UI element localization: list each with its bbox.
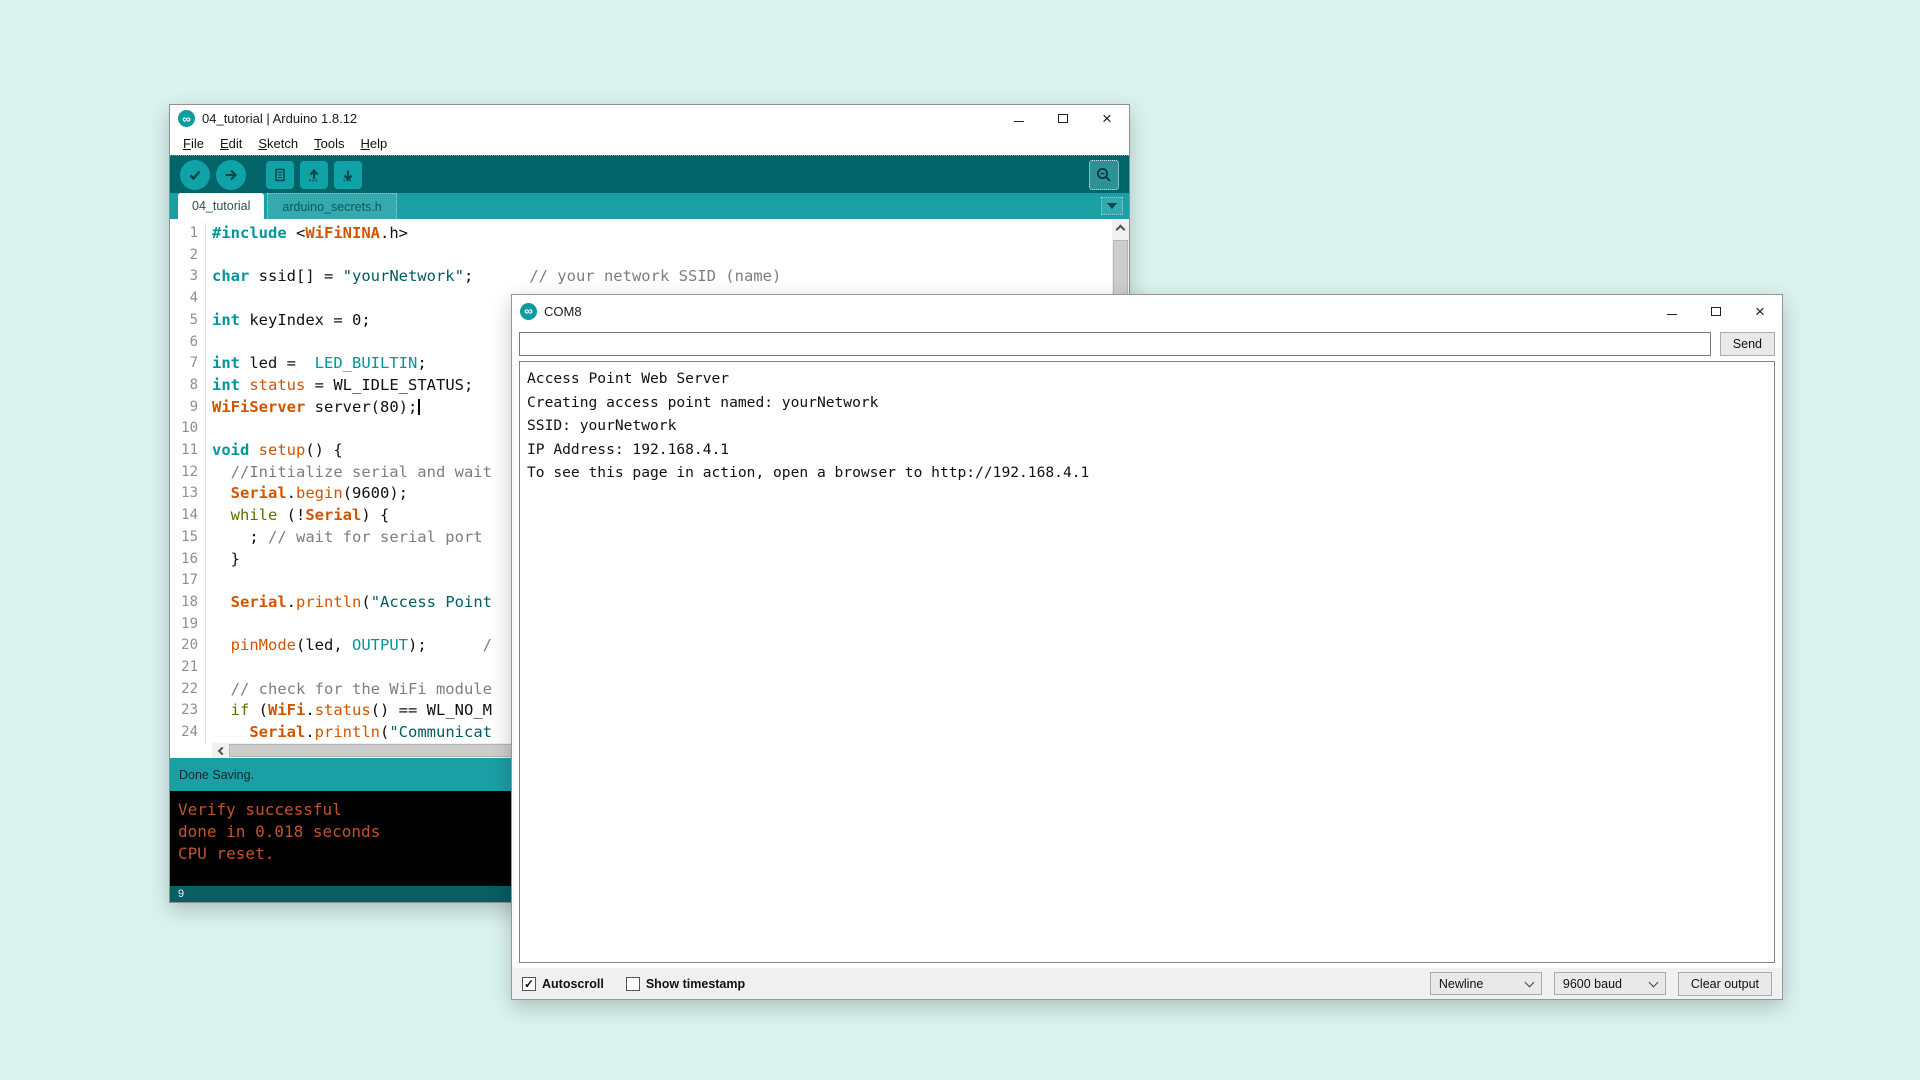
autoscroll-label: Autoscroll bbox=[542, 977, 604, 991]
menu-file[interactable]: File bbox=[176, 134, 211, 153]
minimize-button[interactable] bbox=[1650, 295, 1694, 327]
chevron-up-icon bbox=[1116, 225, 1126, 235]
menu-sketch[interactable]: Sketch bbox=[251, 134, 305, 153]
serial-output-area: Access Point Web Server Creating access … bbox=[519, 361, 1775, 963]
arrow-down-icon bbox=[340, 167, 356, 183]
arduino-logo-icon: ∞ bbox=[178, 110, 195, 127]
close-button[interactable]: × bbox=[1085, 105, 1129, 132]
open-sketch-button[interactable] bbox=[300, 161, 328, 189]
ide-titlebar: ∞ 04_tutorial | Arduino 1.8.12 × bbox=[170, 105, 1129, 132]
line-ending-select[interactable]: Newline bbox=[1430, 972, 1542, 995]
autoscroll-checkbox[interactable]: Autoscroll bbox=[522, 977, 604, 991]
minimize-button[interactable] bbox=[997, 105, 1041, 132]
scroll-left-button[interactable] bbox=[212, 743, 229, 758]
tabbar: 04_tutorial arduino_secrets.h bbox=[170, 193, 1129, 219]
menu-tools[interactable]: Tools bbox=[307, 134, 351, 153]
tab-04-tutorial[interactable]: 04_tutorial bbox=[178, 193, 264, 219]
clear-output-button[interactable]: Clear output bbox=[1678, 972, 1772, 996]
toolbar bbox=[170, 155, 1129, 193]
chevron-down-icon bbox=[1648, 977, 1658, 987]
maximize-icon bbox=[1058, 114, 1068, 123]
line-ending-value: Newline bbox=[1439, 977, 1483, 991]
serial-window-title: COM8 bbox=[544, 304, 582, 319]
arrow-right-icon bbox=[223, 167, 239, 183]
show-timestamp-label: Show timestamp bbox=[646, 977, 745, 991]
verify-button[interactable] bbox=[180, 160, 210, 190]
serial-input[interactable] bbox=[519, 332, 1711, 356]
serial-titlebar: ∞ COM8 × bbox=[512, 295, 1782, 327]
minimize-icon bbox=[1667, 314, 1677, 315]
maximize-button[interactable] bbox=[1694, 295, 1738, 327]
new-sketch-button[interactable] bbox=[266, 161, 294, 189]
serial-output-text: Access Point Web Server Creating access … bbox=[520, 362, 1774, 490]
ide-window-title: 04_tutorial | Arduino 1.8.12 bbox=[202, 111, 357, 126]
check-icon bbox=[187, 167, 203, 183]
minimize-icon bbox=[1014, 121, 1024, 122]
baud-rate-value: 9600 baud bbox=[1563, 977, 1622, 991]
arduino-logo-icon: ∞ bbox=[520, 303, 537, 320]
serial-send-row: Send bbox=[519, 332, 1775, 356]
current-line-indicator: 9 bbox=[178, 888, 184, 900]
serial-monitor-window: ∞ COM8 × Send Access Point Web Server Cr… bbox=[511, 294, 1783, 1000]
serial-window-controls: × bbox=[1650, 295, 1782, 327]
checkbox-icon bbox=[522, 977, 536, 991]
chevron-left-icon bbox=[218, 746, 226, 754]
scroll-up-button[interactable] bbox=[1112, 219, 1129, 236]
arrow-up-icon bbox=[306, 167, 322, 183]
serial-monitor-button[interactable] bbox=[1089, 160, 1119, 190]
show-timestamp-checkbox[interactable]: Show timestamp bbox=[626, 977, 745, 991]
upload-button[interactable] bbox=[216, 160, 246, 190]
menu-edit[interactable]: Edit bbox=[213, 134, 249, 153]
baud-rate-select[interactable]: 9600 baud bbox=[1554, 972, 1666, 995]
send-button[interactable]: Send bbox=[1720, 332, 1775, 356]
magnifier-icon bbox=[1095, 166, 1113, 184]
ide-window-controls: × bbox=[997, 105, 1129, 132]
maximize-button[interactable] bbox=[1041, 105, 1085, 132]
save-sketch-button[interactable] bbox=[334, 161, 362, 189]
chevron-down-icon bbox=[1107, 203, 1117, 209]
serial-footer-bar: Autoscroll Show timestamp Newline 9600 b… bbox=[512, 968, 1782, 999]
menubar: File Edit Sketch Tools Help bbox=[170, 132, 1129, 155]
tab-list-dropdown-button[interactable] bbox=[1101, 197, 1123, 215]
menu-help[interactable]: Help bbox=[353, 134, 394, 153]
serial-footer-right: Newline 9600 baud Clear output bbox=[1430, 972, 1772, 996]
chevron-down-icon bbox=[1524, 977, 1534, 987]
document-icon bbox=[272, 167, 288, 183]
maximize-icon bbox=[1711, 307, 1721, 316]
close-button[interactable]: × bbox=[1738, 295, 1782, 327]
tab-arduino-secrets[interactable]: arduino_secrets.h bbox=[267, 193, 396, 219]
checkbox-icon bbox=[626, 977, 640, 991]
